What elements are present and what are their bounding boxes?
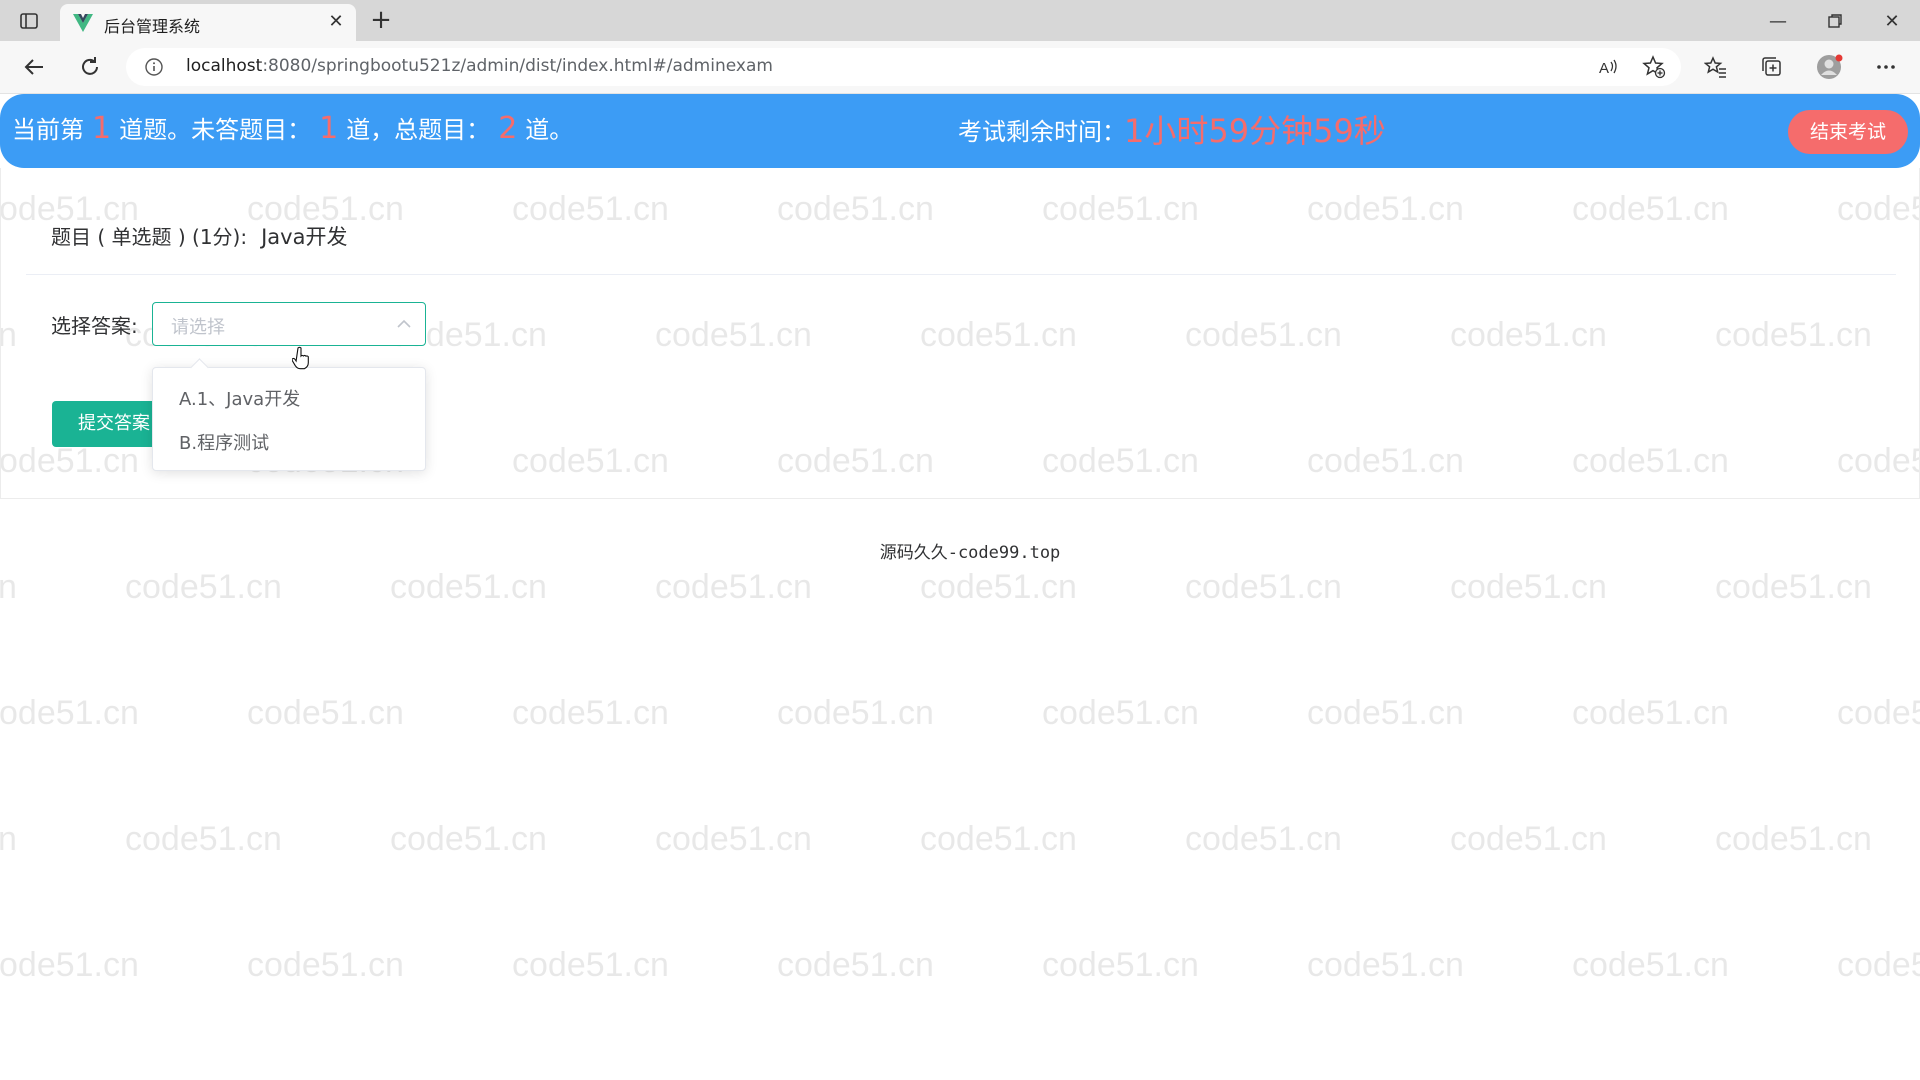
unanswered-count: 1 [319,111,339,146]
watermark-text: code51.cn [777,946,934,984]
total-suffix: 道。 [525,116,574,144]
favorites-icon[interactable] [1702,53,1730,81]
watermark-text: code51.cn [920,568,1077,606]
watermark-text: code51.cn [1185,820,1342,858]
option-b[interactable]: B.程序测试 [153,424,427,464]
exam-header: 当前第 1 道题。未答题目： 1 道，总题目： 2 道。 考试剩余时间： 1小时59分钟59… [0,94,1920,168]
watermark-text: code51.cn [512,946,669,984]
watermark-text: code51.cn [1185,568,1342,606]
watermark-text: code51.cn [390,820,547,858]
watermark-text: code51.cn [125,820,282,858]
watermark-text: code51.cn [247,694,404,732]
read-aloud-icon[interactable]: A [1594,53,1622,81]
watermark-text: code51.cn [1572,946,1729,984]
current-prefix: 当前第 [12,116,84,144]
window-close-icon[interactable]: ✕ [1877,8,1907,34]
tab-title: 后台管理系统 [104,17,201,36]
divider [26,274,1896,275]
current-question-number: 1 [92,111,112,146]
watermark-text: code51.cn [1042,946,1199,984]
watermark-text: code51.cn [1715,568,1872,606]
info-icon[interactable] [144,57,164,77]
exam-progress: 当前第 1 道题。未答题目： 1 道，总题目： 2 道。 [12,110,573,146]
watermark-text: code51.cn [0,694,139,732]
watermark-text: code51.cn [0,820,17,858]
answer-dropdown: A.1、Java开发 B.程序测试 [152,358,427,471]
dropdown-caret [190,358,209,377]
reload-icon[interactable] [76,53,104,81]
question-title: 题目 ( 单选题 ) (1分): Java开发 [51,221,347,251]
watermark-text: code51.cn [1715,820,1872,858]
collections-icon[interactable] [1758,53,1786,81]
question-text: Java开发 [261,225,348,249]
watermark-text: code51.cn [1307,694,1464,732]
option-label: B.程序测试 [179,433,270,454]
watermark-text: code51.cn [655,568,812,606]
watermark-text: code51.cn [1042,694,1199,732]
vue-favicon-icon [72,13,94,33]
answer-select[interactable]: 请选择 [152,302,426,346]
watermark-text: code51.cn [1450,568,1607,606]
watermark-text: code51.cn [390,568,547,606]
watermark-text: code51.cn [0,946,139,984]
plus-icon[interactable]: + [368,7,394,33]
browser-tab[interactable]: 后台管理系统 ✕ [60,4,356,41]
watermark-text: code51.cn [247,946,404,984]
end-exam-button[interactable]: 结束考试 [1788,110,1908,154]
url-text: localhost:8080/springbootu521z/admin/dis… [186,56,773,76]
watermark-text: code51.cn [125,568,282,606]
question-type-label: 题目 ( 单选题 ) (1分): [51,225,248,249]
more-icon[interactable] [1872,53,1900,81]
close-icon[interactable]: ✕ [326,12,346,32]
watermark-text: code51.cn [512,694,669,732]
watermark-text: code51.cn [1837,946,1920,984]
url-bar[interactable]: localhost:8080/springbootu521z/admin/dis… [126,48,1681,86]
back-arrow-icon[interactable] [20,53,48,81]
question-card: 题目 ( 单选题 ) (1分): Java开发 选择答案: 请选择 提交答案 A.… [0,168,1920,499]
minimize-icon[interactable]: — [1763,8,1793,34]
select-placeholder: 请选择 [171,317,225,338]
watermark-text: code51.cn [1572,694,1729,732]
watermark-text: code51.cn [1450,820,1607,858]
browser-titlebar: 后台管理系统 ✕ + — ✕ [0,0,1920,41]
browser-toolbar: localhost:8080/springbootu521z/admin/dis… [0,41,1920,94]
watermark-text: code51.cn [655,820,812,858]
url-path: :8080/springbootu521z/admin/dist/index.h… [262,56,773,76]
add-favorite-icon[interactable] [1640,53,1668,81]
watermark-text: code51.cn [0,568,17,606]
option-label: A.1、Java开发 [179,389,301,410]
sidebar-toggle-icon[interactable] [18,10,40,32]
total-count: 2 [498,111,518,146]
url-host: localhost [186,56,263,76]
restore-icon[interactable] [1820,8,1850,34]
watermark-text: code51.cn [777,694,934,732]
watermark-text: code51.cn [1307,946,1464,984]
watermark-text: code51.cn [920,820,1077,858]
current-suffix: 道题。未答题目： [119,116,312,144]
option-a[interactable]: A.1、Java开发 [153,380,427,420]
profile-icon[interactable] [1816,53,1844,81]
footer-text: 源码久久-code99.top [879,543,1061,563]
unanswered-suffix: 道，总题目： [346,116,491,144]
watermark-text: code51.cn [1837,694,1920,732]
submit-answer-button[interactable]: 提交答案 [52,401,162,447]
hand-cursor-icon [291,346,310,370]
answer-label: 选择答案: [51,314,138,338]
time-remaining-value: 1小时59分钟59秒 [1124,112,1386,150]
time-remaining-label: 考试剩余时间： [958,118,1126,146]
chevron-up-icon [395,315,413,333]
svg-text:A: A [1599,60,1609,77]
